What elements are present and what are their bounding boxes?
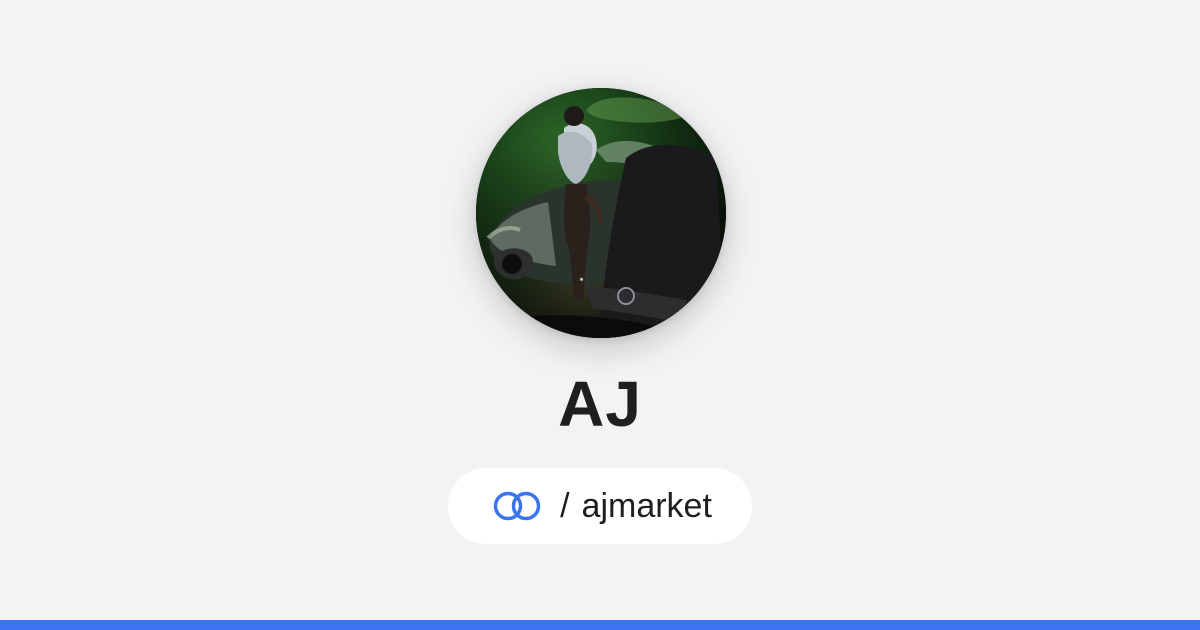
handle-separator: / [560, 487, 570, 525]
username-label: ajmarket [581, 487, 712, 525]
profile-avatar [476, 88, 726, 338]
avatar-image [476, 88, 726, 338]
profile-name: AJ [558, 368, 642, 440]
bottom-accent-bar [0, 620, 1200, 630]
profile-handle-link[interactable]: / ajmarket [448, 468, 752, 544]
linked-rings-icon [493, 491, 541, 521]
